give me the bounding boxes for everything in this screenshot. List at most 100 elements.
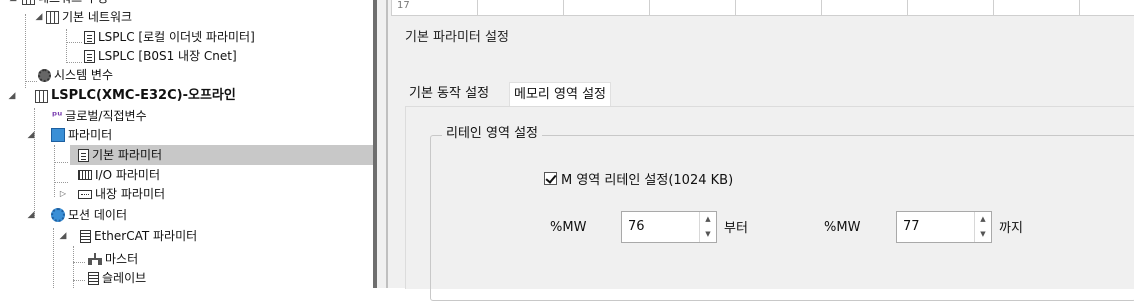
- system-variable-icon: [38, 68, 51, 82]
- tree-item-motion-data[interactable]: ◢ 모션 데이터: [28, 205, 128, 225]
- collapsed-toggle-icon[interactable]: ▷: [58, 184, 68, 204]
- slave-device-icon: [88, 271, 99, 285]
- retain-checkbox-row[interactable]: M 영역 리테인 설정(1024 KB): [544, 169, 733, 188]
- tree-line: [54, 145, 55, 197]
- tab-memory-area[interactable]: 메모리 영역 설정: [509, 82, 611, 107]
- tree-line: [66, 29, 67, 63]
- dialog-title: 기본 파라미터 설정: [405, 30, 509, 45]
- tree-item-label: 모션 데이터: [68, 208, 128, 222]
- tree-item-label: LSPLC [로컬 이더넷 파라미터]: [98, 30, 255, 44]
- tree-line: [54, 162, 68, 163]
- grid-cell: [735, 0, 736, 15]
- grid-row-header: 17: [397, 0, 410, 11]
- spin-down-icon[interactable]: ▼: [975, 227, 991, 242]
- parameter-icon: [51, 128, 65, 142]
- expand-toggle-icon[interactable]: ◢: [26, 205, 36, 225]
- grid-cell: [477, 0, 478, 15]
- tree-item-builtin-cnet[interactable]: LSPLC [B0S1 내장 Cnet]: [84, 46, 237, 66]
- tree-item-label: LSPLC [B0S1 내장 Cnet]: [98, 49, 237, 63]
- expand-toggle-icon[interactable]: ◢: [8, 0, 18, 8]
- tree-item-ethercat-parameters[interactable]: ◢ EtherCAT 파라미터: [60, 226, 198, 246]
- retain-area-groupbox: [430, 135, 1134, 301]
- tree-item-basic-parameters[interactable]: 기본 파라미터: [70, 145, 373, 165]
- network-icon: [22, 0, 35, 5]
- from-prefix-label: %MW: [550, 220, 587, 235]
- spin-up-icon[interactable]: ▲: [700, 212, 716, 227]
- expand-toggle-icon[interactable]: ◢: [34, 7, 44, 27]
- grid-cell: [563, 0, 564, 15]
- tree-item-builtin-parameters[interactable]: ▷ 내장 파라미터: [60, 184, 166, 204]
- tree-item-global-variables[interactable]: ᵖᵘ 글로벌/직접변수: [52, 106, 147, 126]
- tree-item-label: 슬레이브: [102, 271, 147, 285]
- expand-toggle-icon[interactable]: ◢: [58, 226, 68, 246]
- tree-item-plc[interactable]: ◢ LSPLC(XMC-E32C)-오프라인: [9, 86, 236, 106]
- tree-item-local-ethernet[interactable]: LSPLC [로컬 이더넷 파라미터]: [84, 27, 255, 47]
- groupbox-legend: 리테인 영역 설정: [442, 122, 542, 141]
- tree-item-slave[interactable]: 슬레이브: [88, 268, 146, 288]
- tree-item-label: 마스터: [105, 252, 139, 266]
- network-icon: [46, 10, 59, 24]
- io-module-icon: [78, 170, 92, 180]
- grid-cell: [993, 0, 994, 15]
- spinner: ▲ ▼: [974, 212, 991, 242]
- retain-start-value: 76: [628, 219, 645, 234]
- tree-item-label: I/O 파라미터: [95, 168, 161, 182]
- tree-item-basic-network[interactable]: ◢ 기본 네트워크: [36, 7, 133, 27]
- tree-line: [73, 262, 85, 263]
- tree-item-label: 파라미터: [68, 128, 113, 142]
- tab-basic-operation[interactable]: 기본 동작 설정: [405, 82, 493, 106]
- spin-down-icon[interactable]: ▼: [700, 227, 716, 242]
- tree-item-io-parameters[interactable]: I/O 파라미터: [78, 165, 160, 185]
- module-doc-icon: [84, 49, 95, 63]
- expand-toggle-icon[interactable]: ◢: [26, 125, 36, 145]
- tree-line: [73, 280, 85, 281]
- tree-item-label: 글로벌/직접변수: [65, 109, 147, 123]
- tab-page-memory-area: 리테인 영역 설정 M 영역 리테인 설정(1024 KB) %MW 76 ▲ …: [405, 106, 1134, 301]
- grid-cell: [821, 0, 822, 15]
- to-prefix-label: %MW: [824, 220, 861, 235]
- tree-item-system-variables[interactable]: 시스템 변수: [38, 65, 113, 85]
- from-suffix-label: 부터: [724, 221, 748, 236]
- to-suffix-label: 까지: [999, 221, 1023, 236]
- master-network-icon: [88, 253, 102, 265]
- tree-item-parameters[interactable]: ◢ 파라미터: [28, 125, 113, 145]
- tree-item-label: LSPLC(XMC-E32C)-오프라인: [51, 88, 236, 103]
- retain-start-stepper[interactable]: 76 ▲ ▼: [621, 211, 717, 243]
- splitter-bar: [373, 0, 377, 288]
- retain-checkbox-label: M 영역 리테인 설정(1024 KB): [561, 173, 734, 188]
- tree-item-label: 기본 네트워크: [62, 10, 133, 24]
- background-grid: 17: [391, 0, 1134, 16]
- grid-cell: [649, 0, 650, 15]
- grid-cell: [391, 0, 392, 15]
- tree-line: [53, 228, 54, 288]
- document-icon: [78, 148, 89, 162]
- expand-toggle-icon[interactable]: ◢: [7, 86, 17, 106]
- grid-cell: [907, 0, 908, 15]
- tree-item-master[interactable]: 마스터: [88, 249, 138, 269]
- spinner: ▲ ▼: [699, 212, 716, 242]
- retain-end-stepper[interactable]: 77 ▲ ▼: [896, 211, 992, 243]
- tree-line: [66, 42, 82, 43]
- panel-splitter[interactable]: [373, 0, 391, 288]
- retain-checkbox[interactable]: [544, 172, 557, 185]
- grid-cell: [1079, 0, 1080, 15]
- plc-icon: [35, 89, 48, 103]
- module-icon: [78, 189, 92, 199]
- variable-icon: ᵖᵘ: [52, 109, 63, 122]
- tree-line: [25, 81, 37, 82]
- ethercat-icon: [80, 229, 91, 243]
- tree-line: [54, 182, 68, 183]
- project-tree[interactable]: ◢ 네트워크 구성 ◢ 기본 네트워크 LSPLC [로컬 이더넷 파라미터] …: [0, 0, 373, 288]
- tree-item-label: 기본 파라미터: [92, 148, 163, 162]
- retain-end-value: 77: [903, 219, 920, 234]
- tree-item-label: 내장 파라미터: [95, 187, 166, 201]
- tree-item-label: 시스템 변수: [54, 68, 114, 82]
- editor-area: 17 기본 파라미터 설정 기본 동작 설정 메모리 영역 설정 리테인 영역 …: [391, 0, 1134, 301]
- tree-item-label: EtherCAT 파라미터: [94, 229, 198, 243]
- tree-line: [66, 62, 82, 63]
- basic-parameter-dialog: 기본 파라미터 설정 기본 동작 설정 메모리 영역 설정 리테인 영역 설정 …: [391, 16, 1134, 301]
- tree-line: [73, 246, 74, 288]
- motion-gear-icon: [51, 208, 65, 222]
- splitter-inner: [386, 0, 388, 288]
- spin-up-icon[interactable]: ▲: [975, 212, 991, 227]
